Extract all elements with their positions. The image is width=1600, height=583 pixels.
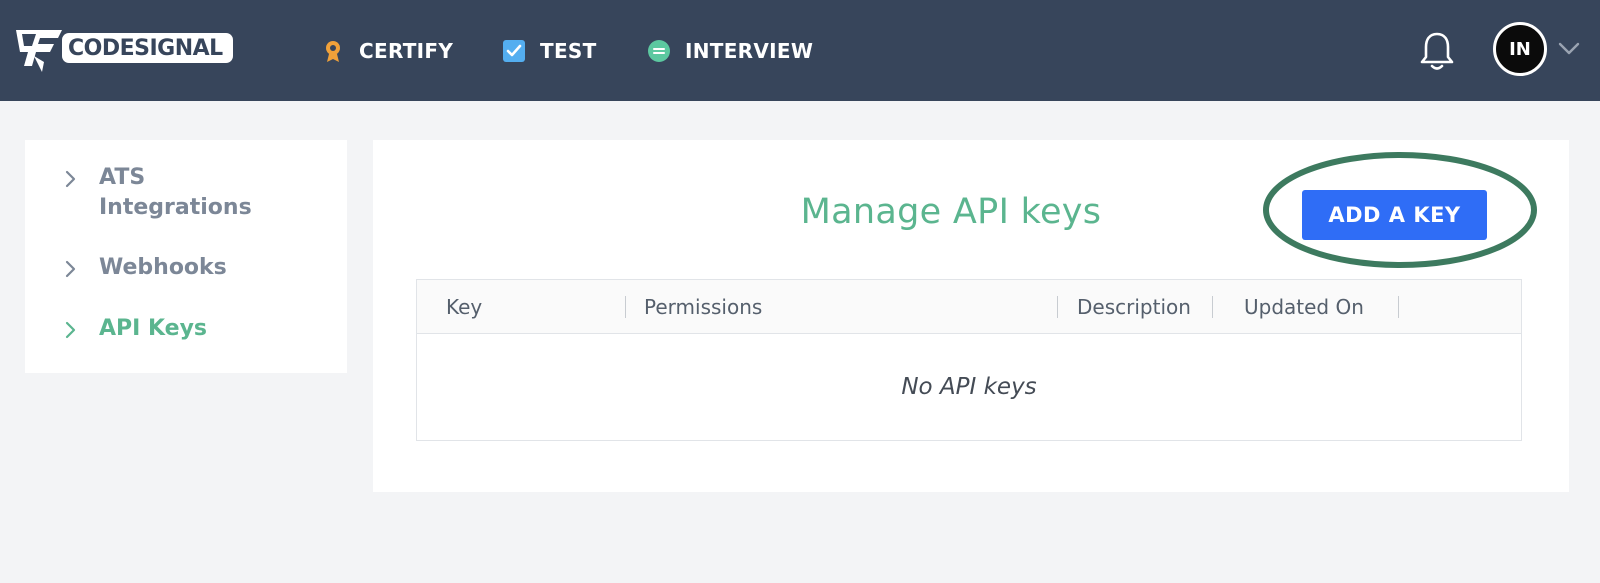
column-header-permissions[interactable]: Permissions [644,280,762,334]
nav-certify-label: CERTIFY [359,39,454,63]
api-keys-table: Key Permissions Description Updated On N… [416,279,1522,441]
sidebar-item-ats-integrations[interactable]: ATS Integrations [65,163,269,223]
column-divider[interactable] [625,296,626,318]
codesignal-logo[interactable]: CODESIGNAL [14,22,233,74]
chevron-right-icon [65,170,76,188]
top-navigation-bar: CODESIGNAL CERTIFY TEST INTERVIEW IN [0,0,1600,101]
nav-interview[interactable]: INTERVIEW [647,36,813,66]
logo-wordmark: CODESIGNAL [62,33,233,63]
api-keys-panel: Manage API keys ADD A KEY Key Permission… [373,140,1569,492]
nav-test[interactable]: TEST [502,36,597,66]
chat-icon [648,40,670,62]
sidebar-item-api-keys[interactable]: API Keys [65,314,207,344]
nav-certify[interactable]: CERTIFY [321,36,453,66]
award-ribbon-icon [326,41,340,62]
sidebar-item-label: ATS Integrations [99,165,252,220]
column-header-description[interactable]: Description [1077,280,1191,334]
column-header-key[interactable]: Key [446,280,482,334]
column-divider[interactable] [1057,296,1058,318]
sidebar-item-label: API Keys [99,316,208,341]
settings-sidebar: ATS Integrations Webhooks API Keys [25,140,347,373]
table-header: Key Permissions Description Updated On [417,280,1521,334]
user-avatar[interactable]: IN [1493,22,1547,76]
nav-test-label: TEST [540,39,597,63]
nav-interview-label: INTERVIEW [685,39,814,63]
sidebar-item-label: Webhooks [99,255,227,280]
sidebar-item-webhooks[interactable]: Webhooks [65,253,227,283]
chevron-down-icon[interactable] [1558,42,1580,56]
chevron-right-icon [65,260,76,278]
codesignal-logo-mark-icon [16,30,62,72]
column-divider[interactable] [1212,296,1213,318]
empty-state-message: No API keys [901,374,1037,400]
checkbox-icon [503,40,525,62]
bell-icon[interactable] [1418,30,1456,72]
add-key-button[interactable]: ADD A KEY [1302,190,1487,240]
chevron-right-icon [65,321,76,339]
column-divider[interactable] [1398,296,1399,318]
column-header-updated-on[interactable]: Updated On [1244,280,1364,334]
